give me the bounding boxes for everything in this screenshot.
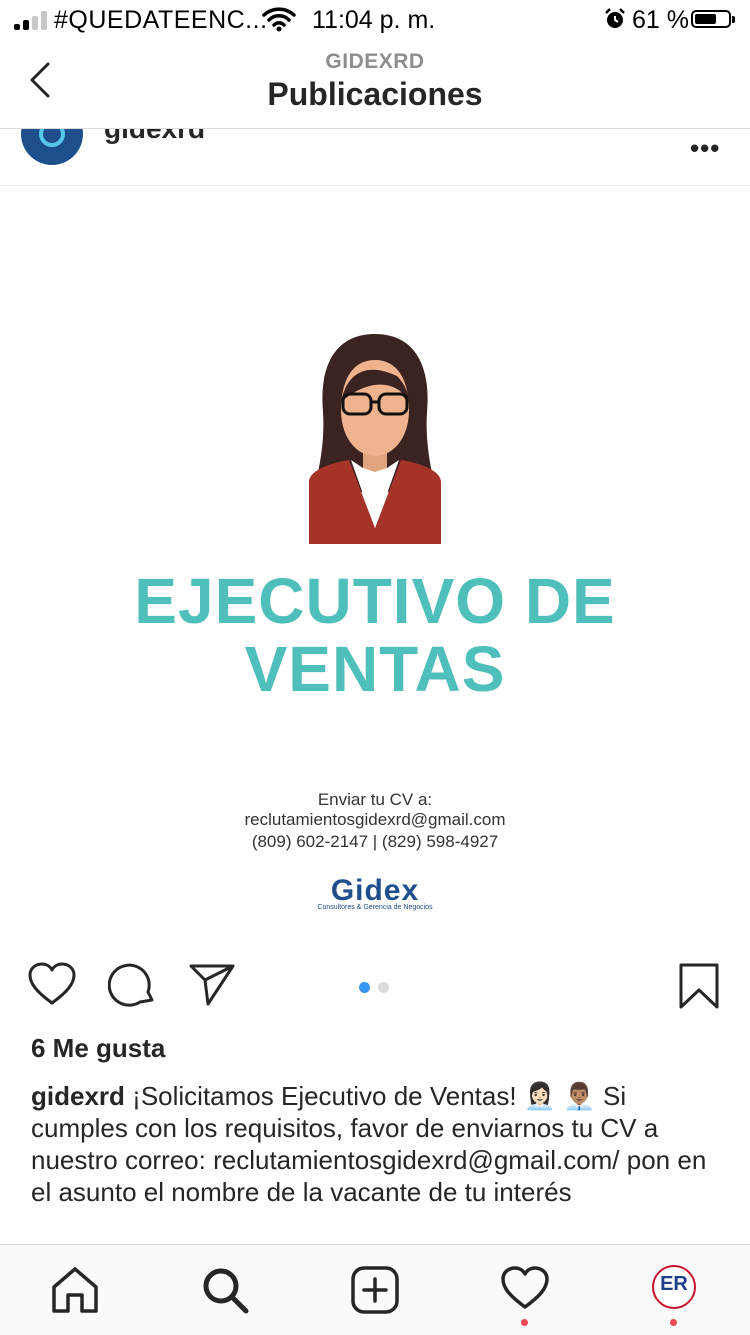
page-title: Publicaciones: [267, 76, 483, 112]
alarm-icon: [605, 8, 625, 28]
status-bar: #QUEDATEENC... 11:04 p. m. 61 %: [0, 0, 750, 42]
like-count[interactable]: 6 Me gusta: [31, 1033, 165, 1064]
carousel-indicator: [359, 980, 397, 998]
like-heart-icon[interactable]: [27, 962, 77, 1006]
profile-initials: ER: [660, 1273, 688, 1295]
woman-avatar-illustration: [309, 334, 441, 544]
carrier-name: #QUEDATEENC...: [54, 6, 268, 34]
share-send-icon[interactable]: [188, 962, 236, 1006]
activity-tab[interactable]: [500, 1265, 550, 1326]
contact-phones: (809) 602-2147 | (829) 598-4927: [251, 832, 499, 851]
comment-icon[interactable]: [108, 962, 156, 1008]
profile-notification-dot: [670, 1319, 677, 1326]
gidex-logo: Gidex Consultores & Gerencia de Negocios: [0, 874, 750, 911]
brand-tagline: Consultores & Gerencia de Negocios: [317, 904, 433, 911]
post-header: gidexrd •••: [0, 129, 750, 186]
bottom-tab-bar: ER: [0, 1244, 750, 1335]
more-options-icon[interactable]: •••: [690, 133, 720, 164]
headline-line-1: EJECUTIVO DE: [134, 565, 616, 637]
battery-icon: [691, 10, 735, 28]
battery-percentage: 61 %: [632, 6, 689, 34]
carousel-dot-active: [359, 982, 370, 993]
wifi-icon: [262, 7, 296, 32]
post-author-avatar[interactable]: [21, 129, 83, 165]
search-icon[interactable]: [200, 1265, 250, 1315]
navigation-header: GIDEXRD Publicaciones: [0, 42, 750, 129]
post-action-bar: [0, 938, 750, 1028]
new-post-plus-icon[interactable]: [350, 1265, 400, 1315]
headline-line-2: VENTAS: [244, 633, 506, 705]
clock: 11:04 p. m.: [312, 6, 436, 34]
post-author-username[interactable]: gidexrd: [104, 129, 205, 145]
contact-label: Enviar tu CV a:: [317, 790, 433, 809]
caption-username[interactable]: gidexrd: [31, 1081, 125, 1111]
post-caption: gidexrd ¡Solicitamos Ejecutivo de Ventas…: [31, 1080, 723, 1208]
contact-email: reclutamientosgidexrd@gmail.com: [244, 810, 506, 829]
profile-avatar: ER: [652, 1265, 696, 1309]
brand-name: Gidex: [330, 874, 420, 907]
notification-dot: [521, 1319, 528, 1326]
account-name-header: GIDEXRD: [325, 50, 425, 73]
bookmark-save-icon[interactable]: [678, 962, 720, 1010]
caption-text: ¡Solicitamos Ejecutivo de Ventas! 👩🏻‍💼 👨…: [31, 1081, 707, 1207]
activity-heart-icon: [501, 1266, 549, 1309]
profile-tab[interactable]: ER: [652, 1265, 702, 1326]
post-image[interactable]: EJECUTIVO DE VENTAS Enviar tu CV a: recl…: [0, 186, 750, 936]
carousel-dot: [378, 982, 389, 993]
home-icon[interactable]: [50, 1265, 100, 1315]
